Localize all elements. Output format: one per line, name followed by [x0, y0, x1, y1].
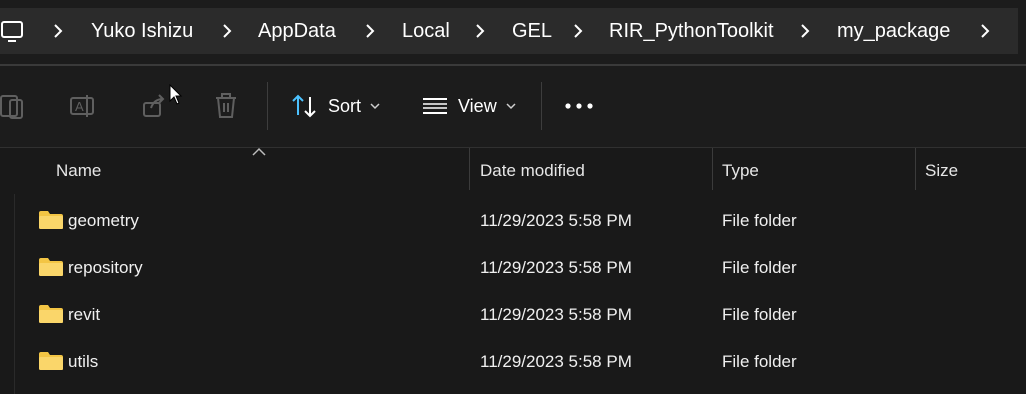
- paste-button[interactable]: [0, 88, 30, 124]
- breadcrumb-item-rir-pythontoolkit[interactable]: RIR_PythonToolkit: [609, 8, 774, 54]
- file-name: utils: [68, 352, 99, 371]
- file-date: 11/29/2023 5:58 PM: [480, 352, 632, 371]
- file-type: File folder: [722, 211, 797, 230]
- breadcrumb[interactable]: Yuko Ishizu AppData Local GEL RIR_Python…: [0, 8, 1018, 54]
- breadcrumb-item-appdata[interactable]: AppData: [258, 8, 336, 54]
- delete-button[interactable]: [214, 88, 244, 124]
- file-date: 11/29/2023 5:58 PM: [480, 305, 632, 324]
- breadcrumb-item-my-package[interactable]: my_package: [837, 8, 950, 54]
- file-row-revit[interactable]: revit 11/29/2023 5:58 PM File folder: [0, 292, 1026, 338]
- chevron-right-icon[interactable]: [472, 23, 488, 39]
- file-name: repository: [68, 258, 143, 277]
- chevron-right-icon[interactable]: [50, 23, 66, 39]
- file-type: File folder: [722, 258, 797, 277]
- file-name: geometry: [68, 211, 139, 230]
- sort-label: Sort: [328, 95, 362, 116]
- folder-icon: [39, 211, 63, 229]
- mouse-cursor-icon: [169, 84, 183, 105]
- sort-ascending-icon: [252, 147, 266, 156]
- column-header-type[interactable]: Type: [722, 148, 759, 194]
- chevron-right-icon[interactable]: [362, 23, 378, 39]
- this-pc-icon[interactable]: [0, 16, 30, 46]
- folder-icon: [39, 305, 63, 323]
- toolbar-divider: [541, 82, 542, 130]
- file-date: 11/29/2023 5:58 PM: [480, 211, 632, 230]
- see-more-button[interactable]: [564, 88, 596, 124]
- breadcrumb-item-local[interactable]: Local: [402, 8, 450, 54]
- sort-button[interactable]: Sort: [290, 88, 385, 124]
- sort-arrows-icon: [292, 94, 316, 118]
- share-button[interactable]: [142, 88, 172, 124]
- chevron-down-icon: [506, 103, 516, 110]
- file-row-utils[interactable]: utils 11/29/2023 5:58 PM File folder: [0, 339, 1026, 385]
- address-bar: Yuko Ishizu AppData Local GEL RIR_Python…: [0, 0, 1026, 64]
- share-icon: [143, 94, 165, 117]
- column-resize-handle[interactable]: [915, 148, 916, 190]
- folder-icon: [39, 258, 63, 276]
- folder-icon: [39, 352, 63, 370]
- file-row-repository[interactable]: repository 11/29/2023 5:58 PM File folde…: [0, 245, 1026, 291]
- chevron-right-icon[interactable]: [797, 23, 813, 39]
- svg-text:A: A: [75, 99, 84, 114]
- view-list-icon: [423, 98, 447, 114]
- chevron-right-icon[interactable]: [977, 23, 993, 39]
- toolbar-divider: [267, 82, 268, 130]
- chevron-right-icon[interactable]: [219, 23, 235, 39]
- column-header-row: Name Date modified Type Size: [0, 147, 1026, 194]
- column-header-date-modified[interactable]: Date modified: [480, 148, 585, 194]
- view-button[interactable]: View: [422, 88, 522, 124]
- command-bar: A Sort View: [0, 66, 1026, 148]
- view-label: View: [458, 95, 497, 116]
- column-resize-handle[interactable]: [469, 148, 470, 190]
- file-row-geometry[interactable]: geometry 11/29/2023 5:58 PM File folder: [0, 198, 1026, 244]
- breadcrumb-item-yuko-ishizu[interactable]: Yuko Ishizu: [91, 8, 193, 54]
- rename-icon: A: [70, 95, 94, 117]
- column-header-size[interactable]: Size: [925, 148, 958, 194]
- file-type: File folder: [722, 305, 797, 324]
- rename-button[interactable]: A: [70, 88, 100, 124]
- file-name: revit: [68, 305, 101, 324]
- chevron-down-icon: [370, 103, 380, 110]
- breadcrumb-item-gel[interactable]: GEL: [512, 8, 552, 54]
- more-icon: [565, 103, 593, 109]
- trash-icon: [216, 93, 236, 118]
- column-header-name[interactable]: Name: [56, 148, 101, 194]
- chevron-right-icon[interactable]: [570, 23, 586, 39]
- file-type: File folder: [722, 352, 797, 371]
- column-resize-handle[interactable]: [712, 148, 713, 190]
- paste-icon: [0, 95, 23, 119]
- file-date: 11/29/2023 5:58 PM: [480, 258, 632, 277]
